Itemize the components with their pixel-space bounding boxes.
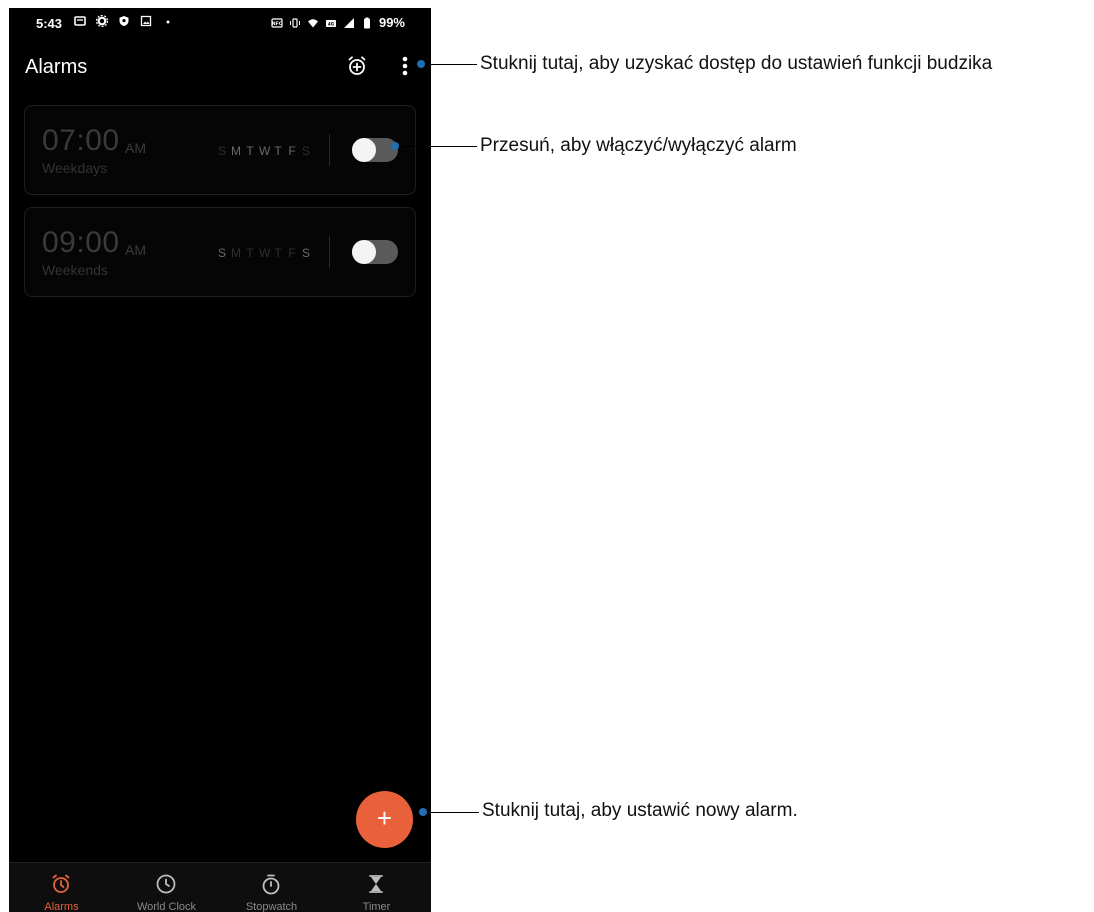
tab-label: Alarms — [44, 901, 79, 912]
bedtime-alarm-icon[interactable] — [345, 54, 369, 78]
notification-icon — [74, 16, 86, 26]
shield-icon — [119, 16, 129, 26]
alarm-label: Weekends — [42, 262, 108, 278]
callout-dot — [391, 142, 399, 150]
callout-add: Stuknij tutaj, aby ustawić nowy alarm. — [482, 800, 798, 821]
alarm-icon — [52, 874, 70, 893]
bottom-nav: Alarms World Clock Stopwatch Timer — [9, 862, 431, 912]
callout-toggle: Przesuń, aby włączyć/wyłączyć alarm — [480, 135, 797, 156]
day-fri: F — [288, 246, 296, 260]
status-time: 5:43 — [36, 16, 63, 31]
alarm-label: Weekdays — [42, 160, 108, 176]
nfc-icon: NFC — [271, 17, 283, 28]
status-right-icons: NFC 4G 99% — [271, 15, 405, 30]
vibrate-icon — [289, 17, 300, 28]
dot-icon — [166, 20, 170, 24]
svg-text:NFC: NFC — [272, 21, 283, 27]
day-mon: M — [231, 144, 241, 158]
alarm-days: S M T W T F S — [217, 144, 311, 158]
day-sun: S — [217, 144, 226, 158]
callout-dot — [419, 808, 427, 816]
tab-world-clock[interactable]: World Clock — [114, 863, 219, 912]
day-sat: S — [301, 144, 310, 158]
image-icon — [140, 15, 152, 27]
wifi-icon — [307, 18, 318, 27]
alarm-toggle[interactable] — [352, 138, 398, 162]
day-thu: T — [274, 144, 282, 158]
stopwatch-icon — [262, 874, 280, 895]
battery-percent: 99% — [378, 15, 405, 30]
day-tue: T — [246, 144, 254, 158]
day-wed: W — [259, 246, 271, 260]
tab-stopwatch[interactable]: Stopwatch — [219, 863, 324, 912]
add-alarm-button[interactable]: + — [356, 791, 413, 848]
tab-alarms[interactable]: Alarms — [9, 863, 114, 912]
app-bar: Alarms — [9, 48, 431, 88]
volte-icon: 4G — [325, 19, 336, 27]
alarm-time: 07:00 — [42, 124, 120, 157]
alarm-card[interactable]: 07:00 AM Weekdays S M T W T F S — [24, 105, 416, 195]
card-divider — [329, 134, 330, 166]
day-fri: F — [288, 144, 296, 158]
clock-icon — [156, 874, 176, 894]
status-bar: 5:43 NFC 4G 99% — [9, 8, 431, 40]
tab-timer[interactable]: Timer — [324, 863, 429, 912]
settings-icon — [96, 15, 108, 27]
toggle-knob — [352, 138, 376, 162]
callout-line — [425, 64, 477, 65]
callout-line — [427, 812, 479, 813]
callout-dot — [417, 60, 425, 68]
status-left-icons — [74, 15, 174, 27]
alarm-card[interactable]: 09:00 AM Weekends S M T W T F S — [24, 207, 416, 297]
day-sun: S — [217, 246, 226, 260]
page-title: Alarms — [25, 56, 88, 78]
alarm-ampm: AM — [125, 242, 146, 258]
day-tue: T — [246, 246, 254, 260]
alarm-time: 09:00 — [42, 226, 120, 259]
tab-label: Stopwatch — [245, 901, 298, 912]
day-sat: S — [301, 246, 310, 260]
tab-label: Timer — [362, 901, 391, 912]
battery-icon — [363, 17, 370, 28]
more-vert-icon[interactable] — [395, 52, 415, 80]
svg-text:4G: 4G — [328, 21, 335, 26]
alarm-toggle[interactable] — [352, 240, 398, 264]
hourglass-icon — [369, 875, 383, 893]
card-divider — [329, 236, 330, 268]
phone-screen: 5:43 NFC 4G 99% Alarms 07:00 AM Weekdays… — [9, 8, 431, 912]
day-mon: M — [231, 246, 241, 260]
callout-line — [399, 146, 477, 147]
tab-label: World Clock — [136, 901, 197, 912]
toggle-knob — [352, 240, 376, 264]
callout-settings: Stuknij tutaj, aby uzyskać dostęp do ust… — [480, 53, 993, 74]
day-wed: W — [259, 144, 271, 158]
alarm-ampm: AM — [125, 140, 146, 156]
alarm-days: S M T W T F S — [217, 246, 311, 260]
signal-icon — [343, 17, 354, 28]
day-thu: T — [274, 246, 282, 260]
